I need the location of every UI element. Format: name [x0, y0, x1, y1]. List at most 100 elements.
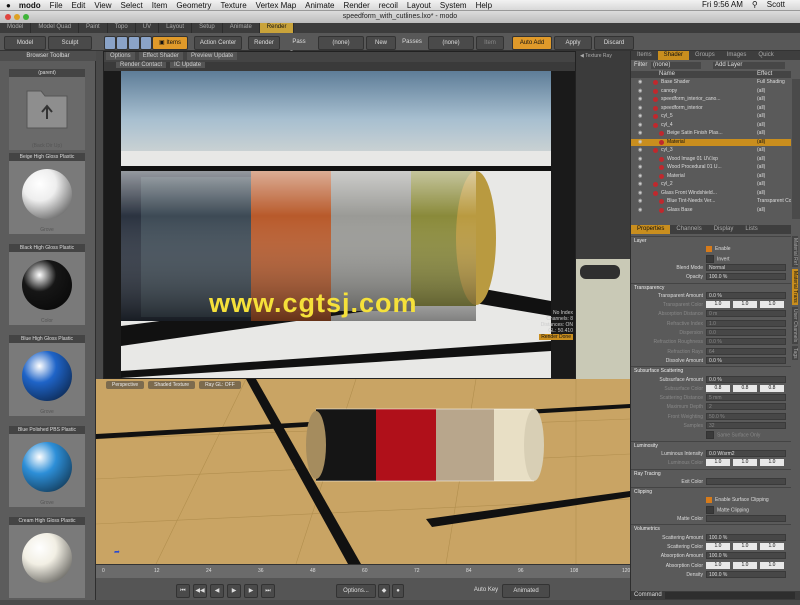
checkbox-icon[interactable] [706, 497, 712, 504]
visibility-eye-icon[interactable]: ◉ [638, 130, 642, 137]
model-button[interactable]: Model [4, 36, 46, 50]
menu-item-geometry[interactable]: Geometry [176, 1, 211, 10]
property-checkbox[interactable]: Invert [706, 254, 730, 263]
color-rgb-fields[interactable]: 0.8 0.8 0.8 [706, 384, 787, 392]
property-value-field[interactable]: 0.0 % [706, 291, 786, 299]
checkbox-icon[interactable] [706, 505, 714, 514]
menu-item-edit[interactable]: Edit [72, 1, 86, 10]
rgb-channel-field[interactable]: 1.0 [733, 542, 757, 550]
shader-tree-row[interactable]: ◉ Blue Tint-Needs Ver... Transparent Color [631, 198, 791, 205]
property-value-field[interactable]: 0.0 % [706, 375, 786, 383]
visibility-eye-icon[interactable]: ◉ [638, 88, 642, 95]
animated-select[interactable]: Animated [502, 584, 550, 598]
visibility-eye-icon[interactable]: ◉ [638, 113, 642, 120]
shader-tree-row[interactable]: ◉ cyl_5 (all) [631, 113, 791, 120]
properties-tab-properties[interactable]: Properties [631, 225, 671, 234]
visibility-eye-icon[interactable]: ◉ [638, 139, 642, 146]
preview-tab[interactable]: Options [106, 52, 135, 60]
shader-tab-groups[interactable]: Groups [689, 51, 721, 60]
shader-tree-row[interactable]: ◉ Glass Base (all) [631, 207, 791, 214]
menu-item-layout[interactable]: Layout [407, 1, 431, 10]
layout-tab-setup[interactable]: Setup [192, 23, 223, 33]
prev-key-button[interactable]: ◀◀ [193, 584, 207, 598]
property-value-field[interactable]: 0.0 % [706, 356, 786, 364]
preset-tile[interactable]: Black High Gloss Plastic Color [9, 244, 85, 325]
property-value-field[interactable]: 50.0 % [706, 412, 786, 420]
property-value-field[interactable]: 0 m [706, 310, 786, 318]
property-value-field[interactable]: 0.0 [706, 329, 786, 336]
shader-tree-row[interactable]: ◉ Base Shader Full Shading [631, 79, 791, 86]
shader-tree-row[interactable]: ◉ Material (all) [631, 173, 791, 180]
visibility-eye-icon[interactable]: ◉ [638, 164, 642, 171]
shader-tree-row[interactable]: ◉ speedform_interior (all) [631, 105, 791, 112]
rgb-channel-field[interactable]: 0.8 [733, 384, 757, 392]
prev-frame-button[interactable]: ◀ [210, 584, 224, 598]
properties-side-tab[interactable]: User Channels [792, 306, 798, 344]
property-value-field[interactable]: 64 [706, 347, 786, 355]
pass-groups-select[interactable]: (none) [318, 36, 364, 50]
layout-tab-layout[interactable]: Layout [159, 23, 193, 33]
rgb-channel-field[interactable]: 1.0 [760, 542, 784, 550]
shader-tree-row[interactable]: ◉ Material (all) [631, 138, 791, 146]
property-value-field[interactable]: 1.0 [706, 319, 786, 327]
shader-tree-row[interactable]: ◉ Beige Satin Finish Plas... (all) [631, 130, 791, 137]
visibility-eye-icon[interactable]: ◉ [638, 105, 642, 112]
shader-tab-items[interactable]: Items [631, 51, 658, 60]
color-rgb-fields[interactable]: 1.0 1.0 1.0 [706, 459, 787, 467]
command-input[interactable] [665, 592, 795, 599]
menu-item-render[interactable]: Render [344, 1, 370, 10]
sculpt-button[interactable]: Sculpt [48, 36, 92, 50]
shader-tree-row[interactable]: ◉ Glass Front Windshield... (all) [631, 190, 791, 197]
property-value-field[interactable]: 100.0 % [706, 273, 786, 281]
visibility-eye-icon[interactable]: ◉ [638, 156, 642, 163]
options-button[interactable]: Options... [336, 584, 376, 598]
properties-side-tab[interactable]: Tags [792, 345, 798, 361]
rgb-channel-field[interactable]: 1.0 [733, 459, 757, 467]
menu-item-animate[interactable]: Animate [305, 1, 334, 10]
color-rgb-fields[interactable]: 1.0 1.0 1.0 [706, 542, 787, 550]
action-center-button[interactable]: Action Center [194, 36, 242, 50]
apple-icon[interactable]: ● [6, 1, 11, 10]
shader-tab-shader[interactable]: Shader [657, 51, 690, 60]
shader-tree-row[interactable]: ◉ Wood Image 01 UV.lxp (all) [631, 156, 791, 163]
rgb-channel-field[interactable]: 1.0 [733, 561, 757, 569]
items-mode-button[interactable]: ▣ Items [152, 36, 188, 50]
shader-tree-row[interactable]: ◉ canopy (all) [631, 88, 791, 95]
play-button[interactable]: ▶ [227, 584, 241, 598]
layout-tab-render[interactable]: Render [259, 23, 295, 33]
apply-button[interactable]: Apply [554, 36, 592, 50]
menu-item-item[interactable]: Item [152, 1, 168, 10]
checkbox-icon[interactable] [706, 254, 714, 263]
preset-tile[interactable]: Beige High Gloss Plastic Grove [9, 153, 85, 234]
preset-tile[interactable]: Cream High Gloss Plastic [9, 517, 85, 598]
add-layer-select[interactable]: Add Layer [713, 62, 785, 69]
new-pass-button[interactable]: New [366, 36, 396, 50]
rgb-channel-field[interactable]: 0.8 [706, 384, 730, 392]
close-window-button[interactable] [5, 14, 11, 20]
rgb-channel-field[interactable]: 1.0 [760, 561, 784, 569]
property-checkbox[interactable]: Matte Clipping [706, 505, 749, 514]
menu-item-system[interactable]: System [440, 1, 467, 10]
menu-item-file[interactable]: File [50, 1, 63, 10]
layout-tab-topo[interactable]: Topo [108, 23, 136, 33]
color-rgb-fields[interactable]: 1.0 1.0 1.0 [706, 561, 787, 569]
shader-tab-images[interactable]: Images [721, 51, 753, 60]
layout-tab-uv[interactable]: UV [136, 23, 160, 33]
preset-tile[interactable]: Blue Polished PBS Plastic Grove [9, 426, 85, 507]
menu-item-select[interactable]: Select [121, 1, 143, 10]
render-button[interactable]: Render [248, 36, 280, 50]
preview-tab[interactable]: Effect Shader [138, 52, 183, 60]
rgb-channel-field[interactable]: 1.0 [706, 301, 730, 309]
property-value-field[interactable]: 0.0 % [706, 338, 786, 346]
key-icon[interactable]: ◆ [378, 584, 390, 598]
parent-folder-tile[interactable]: (parent) (Back Dir Up) [9, 69, 85, 150]
shader-tab-quick[interactable]: Quick [752, 51, 779, 60]
shader-tree-row[interactable]: ◉ cyl_2 (all) [631, 181, 791, 188]
user-name[interactable]: Scott [767, 0, 785, 9]
rgb-channel-field[interactable]: 1.0 [706, 459, 730, 467]
layout-tab-paint[interactable]: Paint [79, 23, 108, 33]
visibility-eye-icon[interactable]: ◉ [638, 207, 642, 214]
property-value-field[interactable]: 32 [706, 422, 786, 429]
visibility-eye-icon[interactable]: ◉ [638, 147, 642, 154]
visibility-eye-icon[interactable]: ◉ [638, 181, 642, 188]
